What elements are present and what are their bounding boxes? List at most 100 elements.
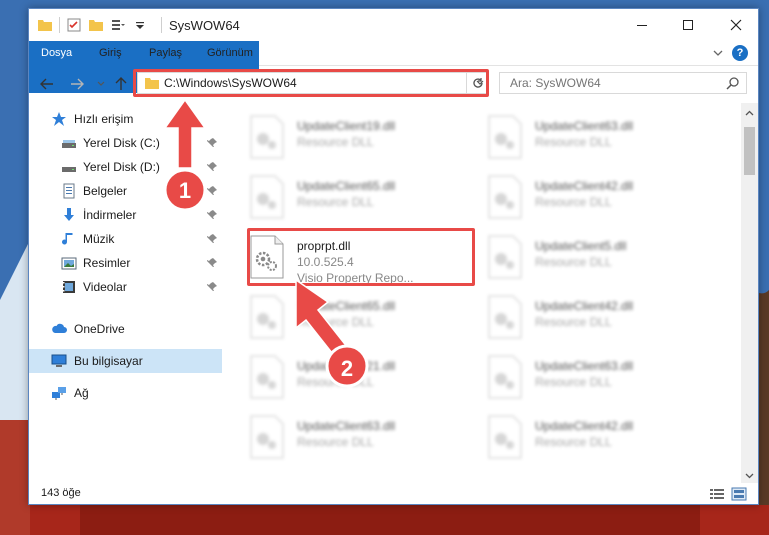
sidebar-item-onedrive[interactable]: OneDrive (29, 317, 222, 341)
sidebar-item-label: Belgeler (83, 184, 128, 198)
sidebar-item-label: Yerel Disk (C:) (83, 136, 160, 150)
file-item[interactable]: UpdateClient42.dll Resource DLL (487, 415, 717, 467)
callout-label: 1 (179, 178, 191, 203)
drive-icon (62, 167, 76, 172)
details-view-icon[interactable] (709, 487, 725, 501)
sidebar-item-label: Ağ (74, 386, 89, 400)
scroll-down-icon[interactable] (745, 471, 754, 480)
dll-file-icon (250, 295, 284, 339)
window-title: SysWOW64 (169, 18, 240, 33)
item-count: 143 öğe (41, 487, 81, 499)
file-name: UpdateClient63.dll (535, 359, 634, 373)
tab-paylas[interactable]: Paylaş (137, 41, 194, 66)
file-item[interactable]: UpdateClient42.dll Resource DLL (487, 295, 717, 347)
ribbon-right: ? (712, 45, 748, 61)
file-item[interactable]: UpdateClient42.dll Resource DLL (487, 175, 717, 227)
title-separator (161, 17, 162, 33)
expand-ribbon-icon[interactable] (712, 47, 724, 59)
status-bar: 143 öğe (29, 483, 758, 505)
scroll-up-icon[interactable] (745, 109, 754, 118)
file-description: Resource DLL (535, 315, 612, 329)
drive-icon (62, 140, 76, 148)
customize-toolbar-icon[interactable] (110, 17, 126, 33)
sidebar-item-network[interactable]: Ağ (29, 381, 222, 405)
chevron-down-icon[interactable] (132, 17, 148, 33)
sidebar-item-label: Hızlı erişim (74, 112, 134, 126)
sidebar-item-label: Müzik (83, 232, 115, 246)
file-name: UpdateClient63.dll (297, 419, 396, 433)
file-item[interactable]: UpdateClient63.dll Resource DLL (249, 415, 479, 467)
file-name: UpdateClient5.dll (535, 239, 627, 253)
dll-file-icon (250, 355, 284, 399)
up-arrow-icon[interactable] (113, 76, 129, 92)
search-input[interactable] (510, 74, 710, 92)
help-button[interactable]: ? (732, 45, 748, 61)
sidebar-item-pictures[interactable]: Resimler (29, 251, 222, 275)
file-item[interactable]: UpdateClient5.dll Resource DLL (487, 235, 717, 287)
sidebar-item-label: Resimler (83, 256, 131, 270)
explorer-window: SysWOW64 Dosya Giriş Paylaş Görünüm ? C:… (28, 8, 759, 505)
callout-number-1: 1 (179, 178, 191, 203)
sidebar-item-music[interactable]: Müzik (29, 227, 222, 251)
callout-label: 2 (341, 356, 353, 381)
file-item[interactable]: UpdateClient63.dll Resource DLL (487, 355, 717, 407)
file-name: UpdateClient42.dll (535, 419, 634, 433)
sidebar-item-label: Yerel Disk (D:) (83, 160, 160, 174)
file-item[interactable]: UpdateClient65.dll Resource DLL (249, 175, 479, 227)
file-description: Resource DLL (535, 195, 612, 209)
computer-icon (51, 354, 67, 367)
music-icon (62, 233, 73, 245)
title-bar: SysWOW64 (29, 9, 758, 41)
maximize-button[interactable] (665, 9, 711, 41)
file-description: Resource DLL (297, 135, 374, 149)
minimize-button[interactable] (619, 9, 665, 41)
search-box[interactable] (499, 72, 747, 94)
forward-arrow-icon[interactable] (69, 76, 85, 92)
scrollbar-thumb[interactable] (744, 127, 755, 175)
sidebar-item-label: İndirmeler (83, 208, 137, 222)
ribbon-tabs: Dosya Giriş Paylaş Görünüm ? (29, 41, 758, 93)
sidebar-item-this-pc[interactable]: Bu bilgisayar (29, 349, 222, 373)
file-item[interactable]: UpdateClient19.dll Resource DLL (249, 115, 479, 167)
maximize-icon (683, 20, 693, 30)
pin-icon[interactable] (207, 281, 218, 292)
file-description: Resource DLL (535, 435, 612, 449)
toolbar-separator (59, 17, 60, 33)
sidebar-item-label: Bu bilgisayar (74, 354, 143, 368)
dll-file-icon (488, 415, 522, 459)
dll-file-icon (250, 115, 284, 159)
pictures-icon (61, 257, 77, 270)
back-arrow-icon[interactable] (39, 76, 55, 92)
pin-icon[interactable] (207, 257, 218, 268)
file-name: UpdateClient65.dll (297, 179, 396, 193)
sidebar-item-label: OneDrive (74, 322, 125, 336)
minimize-icon (637, 25, 647, 26)
pin-icon[interactable] (207, 233, 218, 244)
properties-icon[interactable] (66, 17, 82, 33)
dll-file-icon (250, 175, 284, 219)
close-button[interactable] (713, 9, 759, 41)
dll-file-icon (488, 175, 522, 219)
vertical-scrollbar[interactable] (741, 103, 758, 483)
search-icon (726, 77, 739, 90)
documents-icon (63, 183, 75, 199)
cloud-icon (52, 323, 67, 333)
tiles-view-icon[interactable] (731, 487, 747, 501)
sidebar-item-label: Videolar (83, 280, 127, 294)
tab-gorunum[interactable]: Görünüm (195, 41, 265, 66)
file-name: UpdateClient42.dll (535, 179, 634, 193)
tab-giris[interactable]: Giriş (87, 41, 134, 66)
dll-file-icon (488, 295, 522, 339)
file-item[interactable]: UpdateClient63.dll Resource DLL (487, 115, 717, 167)
new-folder-icon[interactable] (88, 17, 104, 33)
file-description: Resource DLL (535, 255, 612, 269)
close-icon (730, 19, 742, 31)
dll-file-icon (250, 415, 284, 459)
dll-file-icon (488, 355, 522, 399)
star-icon (52, 112, 66, 126)
folder-icon (38, 20, 52, 31)
file-description: Resource DLL (297, 435, 374, 449)
callout-number-2: 2 (341, 356, 353, 381)
sidebar-item-videos[interactable]: Videolar (29, 275, 222, 299)
recent-locations-icon[interactable] (93, 76, 109, 92)
